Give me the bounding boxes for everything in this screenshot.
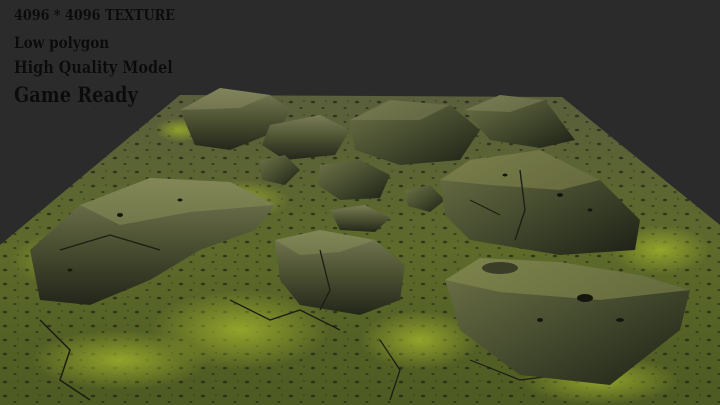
caption-texture-size: 4096 * 4096 TEXTURE bbox=[14, 6, 175, 24]
overlay-caption: 4096 * 4096 TEXTURE Low polygon High Qua… bbox=[14, 8, 203, 111]
signature-mark: ~ bbox=[94, 106, 97, 111]
caption-quality: High Quality Model bbox=[14, 58, 173, 78]
caption-game-ready: Game Ready bbox=[14, 82, 138, 107]
caption-low-polygon: Low polygon bbox=[14, 33, 110, 52]
